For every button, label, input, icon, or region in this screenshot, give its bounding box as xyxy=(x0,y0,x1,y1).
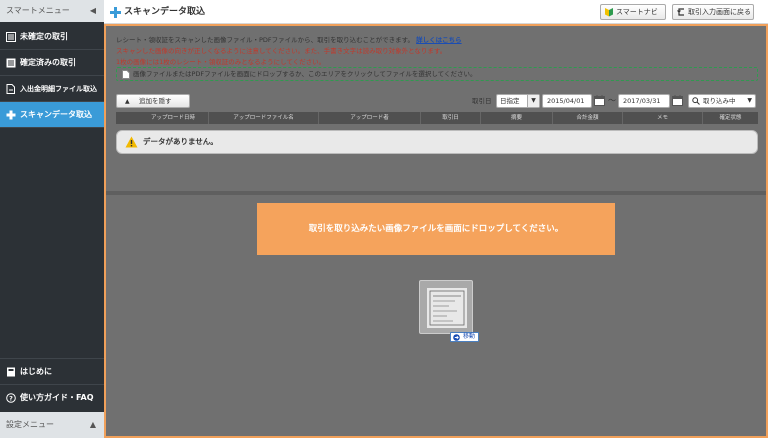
empty-state-text: データがありません。 xyxy=(143,137,218,146)
date-filter-label: 取引日 xyxy=(472,97,492,105)
confirmed-list-icon xyxy=(6,58,16,68)
chevron-down-icon: ▼ xyxy=(527,95,539,107)
column-header[interactable]: 合計金額 xyxy=(552,112,622,124)
sidebar-item-getting-started[interactable]: はじめに xyxy=(0,358,104,384)
file-drop-area[interactable]: 画像ファイルまたはPDFファイルを画面にドロップするか、このエリアをクリックして… xyxy=(116,67,758,81)
file-import-icon xyxy=(6,84,15,94)
sidebar: スマートメニュー ◀ 未確定の取引 確定済みの取引 入出金明細ファイル取込 スキ… xyxy=(0,0,104,438)
status-filter-value: 取り込み中 xyxy=(703,97,736,105)
collapse-label: 追加を隠す xyxy=(139,97,172,105)
column-header[interactable]: アップロード者 xyxy=(318,112,420,124)
back-arrow-icon xyxy=(677,8,684,16)
table-header: アップロード日時 アップロードファイル名 アップロード者 取引日 摘要 合計金額… xyxy=(116,112,758,124)
sidebar-item-label: 入出金明細ファイル取込 xyxy=(20,85,97,93)
column-header[interactable]: アップロード日時 xyxy=(138,112,208,124)
date-from-input[interactable]: 2015/04/01 xyxy=(542,94,592,108)
divider xyxy=(106,191,766,195)
sidebar-item-statement-import[interactable]: 入出金明細ファイル取込 xyxy=(0,76,104,102)
settings-menu-label: 設定メニュー xyxy=(6,420,54,429)
dragged-file-thumbnail[interactable] xyxy=(419,280,473,334)
status-filter-select[interactable]: 取り込み中 ▼ xyxy=(688,94,756,108)
calendar-icon[interactable] xyxy=(594,95,605,106)
beginner-mark-icon xyxy=(605,8,613,17)
scan-icon xyxy=(110,7,121,18)
notice-text: レシート・領収証をスキャンした画像ファイル・PDFファイルから、取引を取り込むこ… xyxy=(116,36,415,44)
chevron-up-icon[interactable]: ▲ xyxy=(90,412,96,438)
sidebar-item-label: スキャンデータ取込 xyxy=(20,110,92,119)
chevron-down-icon: ▼ xyxy=(747,97,752,104)
triangle-up-icon: ▲ xyxy=(125,98,130,105)
sidebar-item-confirmed[interactable]: 確定済みの取引 xyxy=(0,50,104,76)
main-content: レシート・領収証をスキャンした画像ファイル・PDFファイルから、取引を取り込むこ… xyxy=(104,24,768,438)
period-select[interactable]: 日指定 ▼ xyxy=(496,94,540,108)
drop-area-text: 画像ファイルまたはPDFファイルを画面にドロップするか、このエリアをクリックして… xyxy=(133,70,477,78)
page-title: スキャンデータ取込 xyxy=(124,7,206,17)
details-link[interactable]: 詳しくはこちら xyxy=(416,36,462,44)
smart-menu-header[interactable]: スマートメニュー ◀ xyxy=(0,0,104,22)
column-header[interactable]: 取引日 xyxy=(420,112,480,124)
sidebar-item-guide-faq[interactable]: ? 使い方ガイド・FAQ xyxy=(0,384,104,410)
smart-navi-button[interactable]: スマートナビ xyxy=(600,4,666,20)
date-range-separator: 〜 xyxy=(608,96,616,105)
collapse-button[interactable]: ▲ 追加を隠す xyxy=(116,94,190,108)
date-from-value: 2015/04/01 xyxy=(547,97,585,105)
drop-instruction-banner: 取引を取り込みたい画像ファイルを画面にドロップしてください。 xyxy=(257,203,615,255)
date-to-value: 2017/03/31 xyxy=(623,97,661,105)
list-icon xyxy=(6,32,16,42)
notice-line-1: レシート・領収証をスキャンした画像ファイル・PDFファイルから、取引を取り込むこ… xyxy=(116,34,462,44)
column-header[interactable]: 確定状態 xyxy=(702,112,758,124)
notice-line-2: スキャンした画像の向きが正しくなるように注意してください。また、手書き文字は読み… xyxy=(116,47,447,55)
sidebar-item-label: はじめに xyxy=(20,367,52,376)
move-arrow-icon xyxy=(453,334,460,341)
back-to-entry-button[interactable]: 取引入力画面に戻る xyxy=(672,4,754,20)
receipt-thumbnail-icon xyxy=(427,288,467,328)
scan-icon xyxy=(6,110,16,120)
sidebar-item-label: 未確定の取引 xyxy=(20,32,68,41)
help-icon: ? xyxy=(6,393,16,403)
sidebar-nav: 未確定の取引 確定済みの取引 入出金明細ファイル取込 スキャンデータ取込 xyxy=(0,24,104,128)
warning-icon xyxy=(125,136,138,148)
back-label: 取引入力画面に戻る xyxy=(688,8,751,16)
settings-menu-footer[interactable]: 設定メニュー ▲ xyxy=(0,412,104,438)
column-header[interactable]: 摘要 xyxy=(480,112,552,124)
svg-text:?: ? xyxy=(9,394,13,402)
date-to-input[interactable]: 2017/03/31 xyxy=(618,94,670,108)
move-label: 移動 xyxy=(463,333,476,340)
sidebar-item-label: 確定済みの取引 xyxy=(20,58,76,67)
search-icon xyxy=(692,97,700,105)
sidebar-bottom-nav: はじめに ? 使い方ガイド・FAQ xyxy=(0,358,104,410)
calendar-icon[interactable] xyxy=(672,95,683,106)
sidebar-item-scan-import[interactable]: スキャンデータ取込 xyxy=(0,102,104,128)
document-icon xyxy=(122,70,130,79)
smart-menu-label: スマートメニュー xyxy=(6,6,70,15)
sidebar-item-label: 使い方ガイド・FAQ xyxy=(20,393,94,402)
notice-line-3: 1枚の画像には1枚のレシート・領収証のみとなるようにしてください。 xyxy=(116,58,326,66)
sidebar-item-unconfirmed[interactable]: 未確定の取引 xyxy=(0,24,104,50)
chevron-left-icon[interactable]: ◀ xyxy=(90,0,96,22)
period-select-value: 日指定 xyxy=(500,97,520,105)
column-header[interactable]: アップロードファイル名 xyxy=(208,112,318,124)
book-icon xyxy=(7,367,15,377)
empty-state-message: データがありません。 xyxy=(116,130,758,154)
smart-navi-label: スマートナビ xyxy=(616,8,658,16)
move-badge: 移動 xyxy=(450,332,480,342)
column-header[interactable]: メモ xyxy=(622,112,702,124)
top-bar: スキャンデータ取込 スマートナビ 取引入力画面に戻る xyxy=(104,0,768,24)
